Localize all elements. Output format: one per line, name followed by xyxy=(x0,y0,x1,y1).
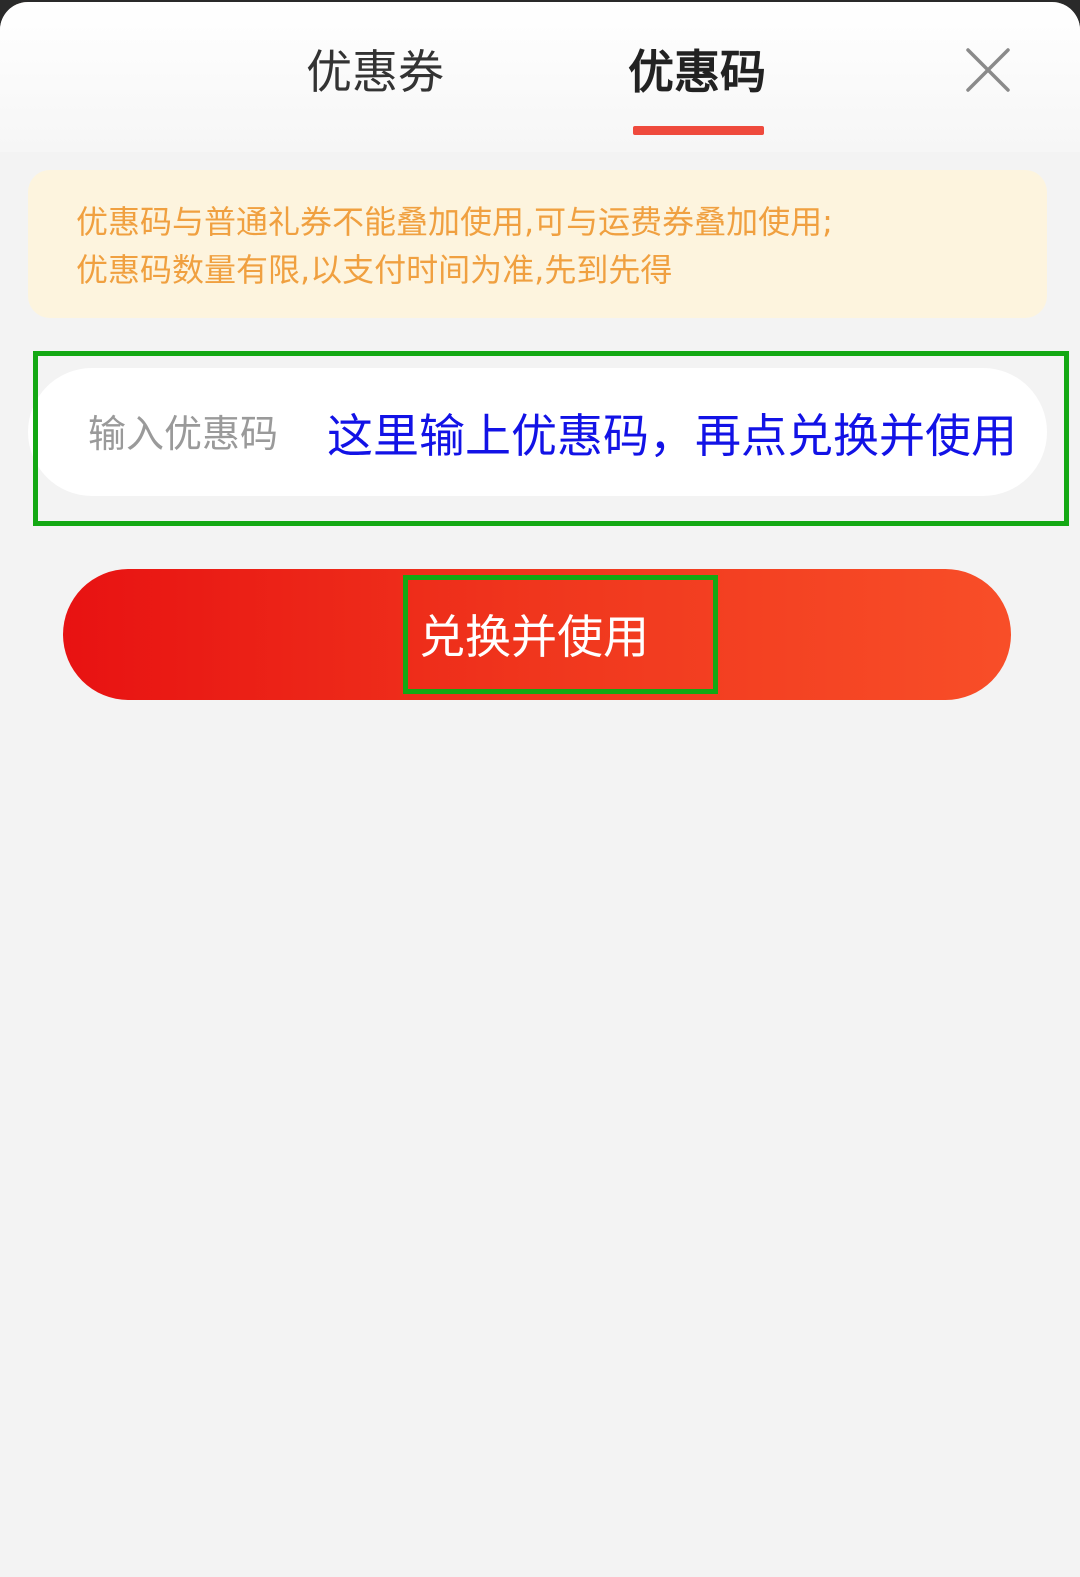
tab-coupon-code[interactable]: 优惠码 xyxy=(628,40,766,104)
active-tab-indicator xyxy=(633,126,764,135)
notice-line-2: 优惠码数量有限,以支付时间为准,先到先得 xyxy=(76,251,673,289)
sheet-header: 优惠券 优惠码 xyxy=(0,2,1080,152)
notice-line-1: 优惠码与普通礼券不能叠加使用,可与运费券叠加使用; xyxy=(76,203,833,241)
coupon-sheet: 优惠券 优惠码 优惠码与普通礼券不能叠加使用,可与运费券叠加使用; 优惠码数量有… xyxy=(0,2,1080,1577)
close-icon xyxy=(966,48,1010,92)
coupon-code-field[interactable]: 输入优惠码 xyxy=(28,368,1047,496)
redeem-button-label: 兑换并使用 xyxy=(419,610,649,664)
coupon-code-input[interactable] xyxy=(318,398,1030,470)
coupon-code-label: 输入优惠码 xyxy=(88,412,279,456)
tab-coupon[interactable]: 优惠券 xyxy=(306,40,444,104)
usage-notice: 优惠码与普通礼券不能叠加使用,可与运费券叠加使用; 优惠码数量有限,以支付时间为… xyxy=(28,170,1047,318)
redeem-and-use-button[interactable]: 兑换并使用 xyxy=(63,569,1011,700)
close-button[interactable] xyxy=(960,42,1016,98)
